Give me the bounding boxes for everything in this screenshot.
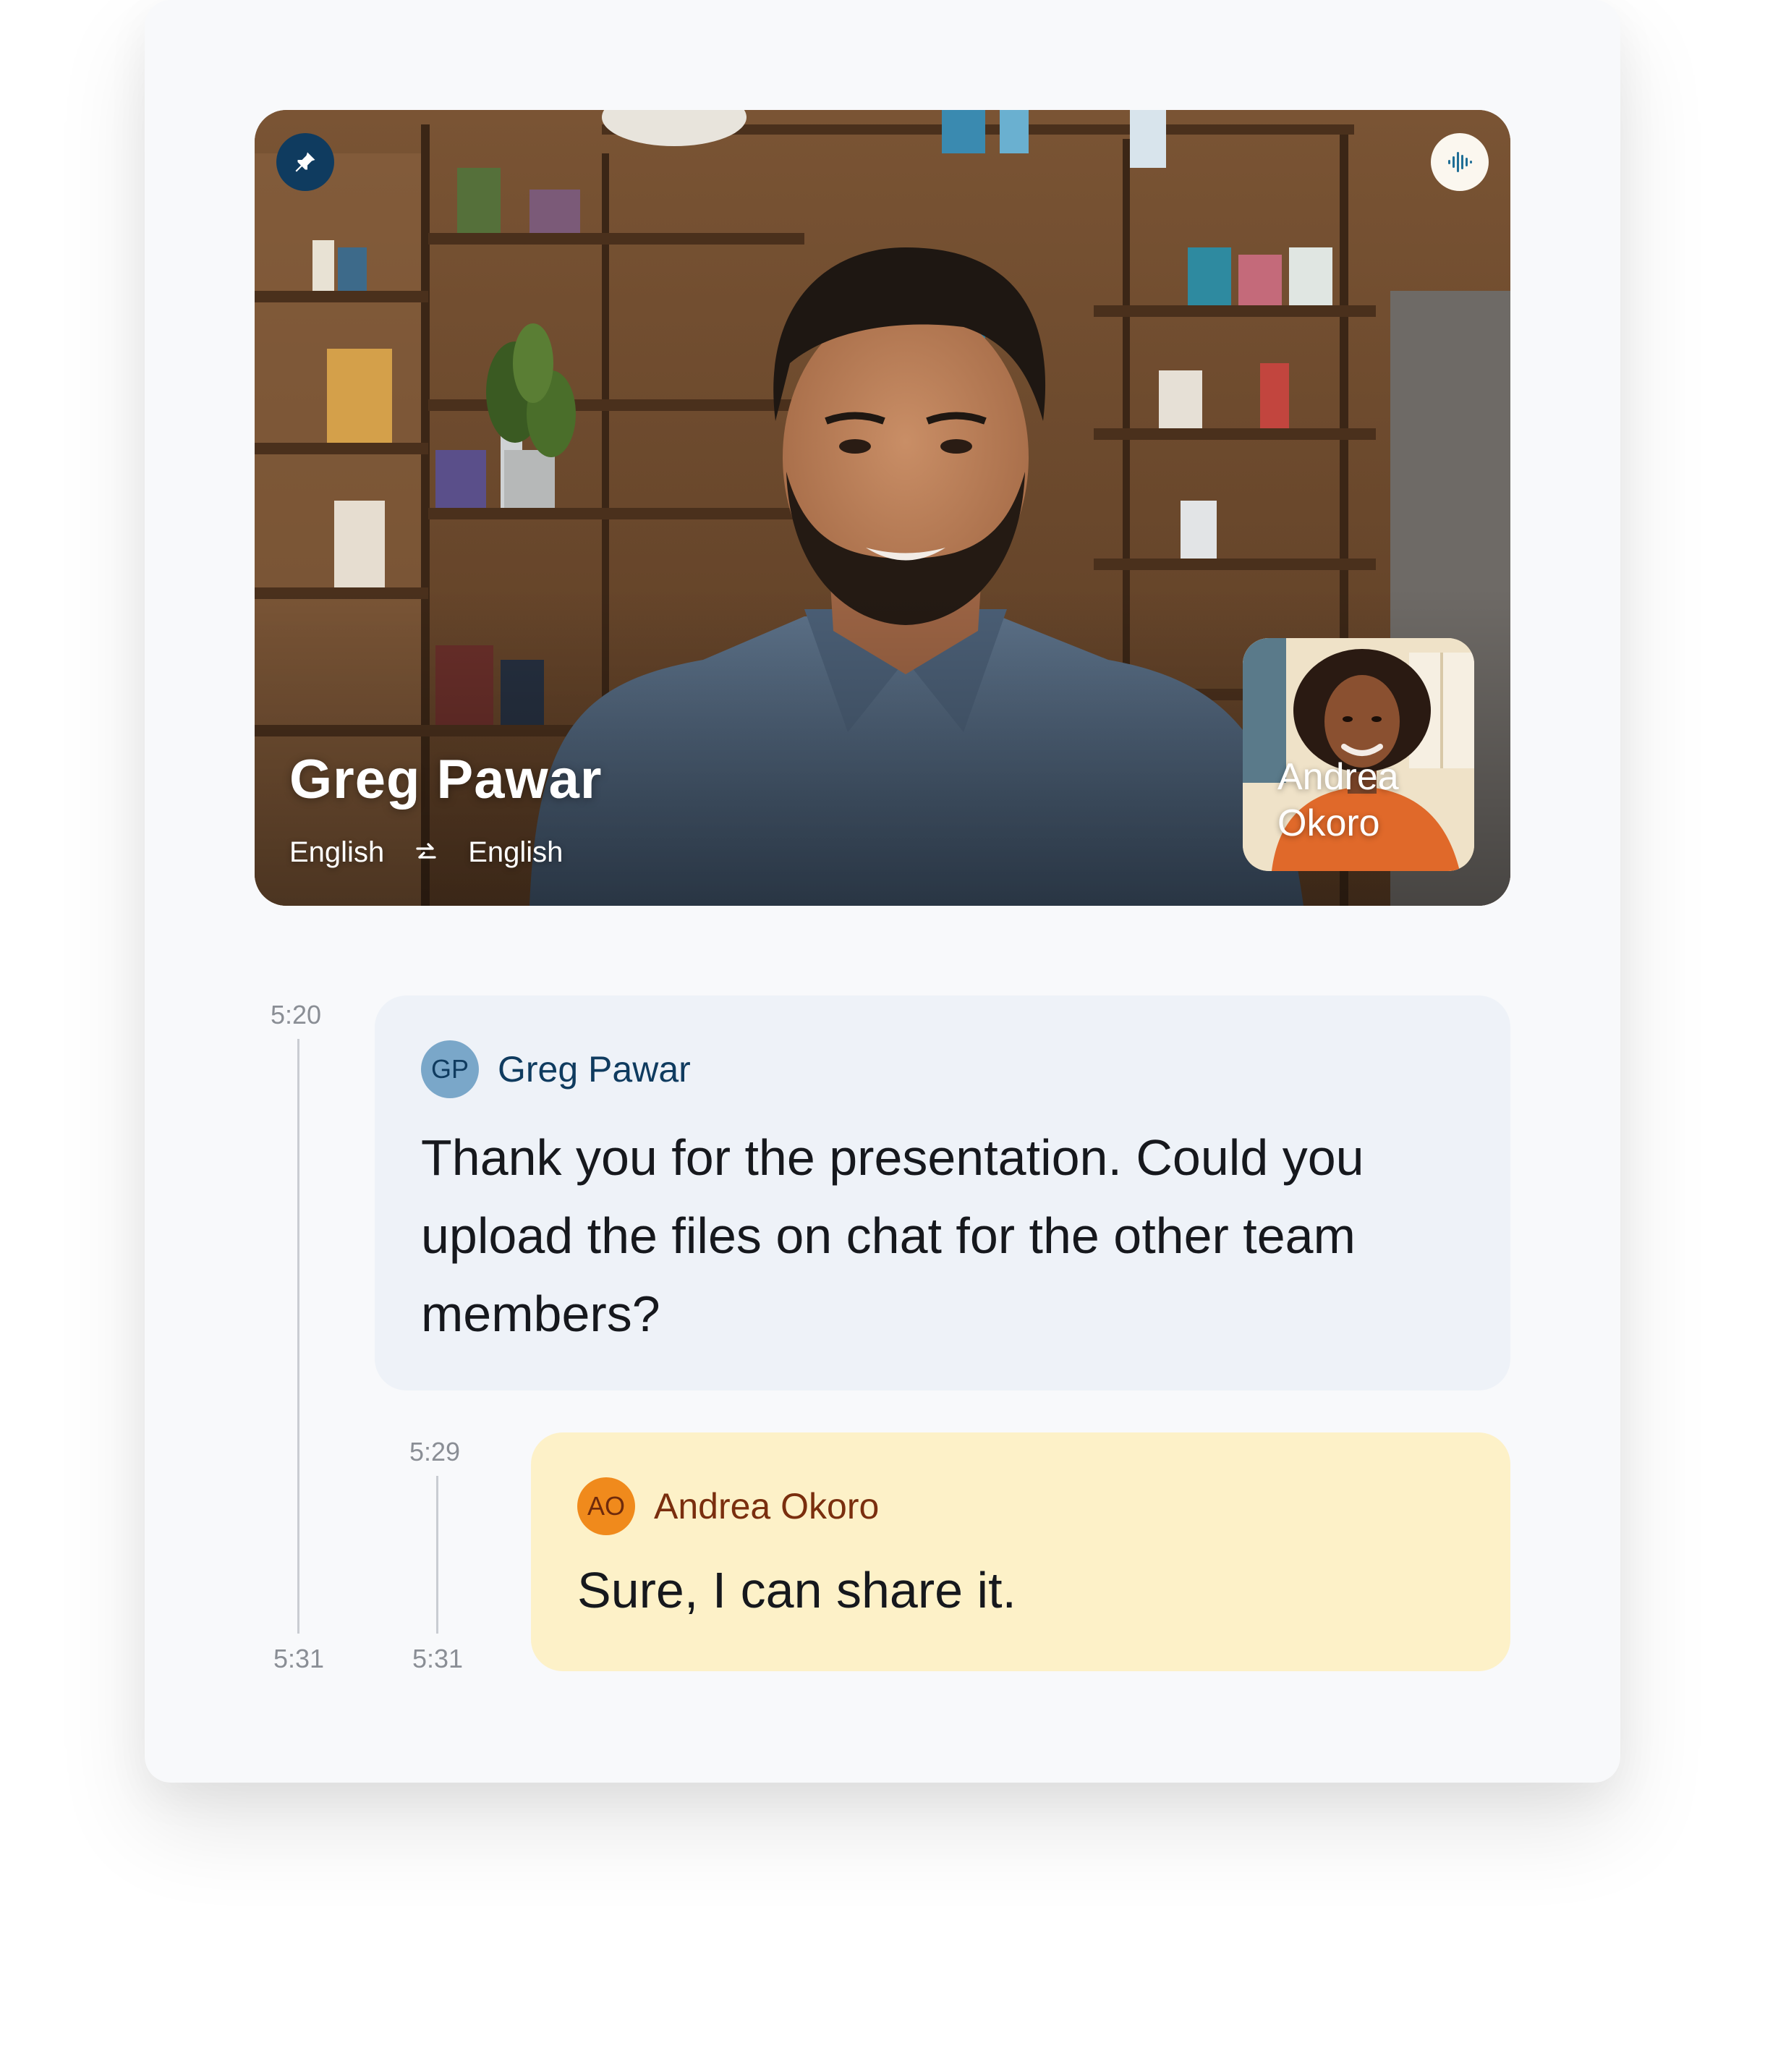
speaker-name: Greg Pawar	[289, 749, 603, 810]
swap-arrows-icon	[413, 840, 439, 866]
pin-icon	[295, 152, 315, 172]
call-card: Greg Pawar English English Andrea Okoro …	[145, 0, 1620, 1783]
timeline-start-time: 5:20	[271, 1000, 322, 1029]
message-bubble-andrea[interactable]: AO Andrea Okoro Sure, I can share it.	[531, 1432, 1510, 1671]
audio-wave-icon	[1448, 152, 1472, 172]
pin-button[interactable]	[276, 133, 334, 191]
reply-start-time: 5:29	[409, 1437, 461, 1466]
source-language: English	[289, 836, 385, 868]
target-language: English	[468, 836, 563, 868]
sender-name: Andrea Okoro	[654, 1486, 880, 1527]
message-text: Sure, I can share it.	[577, 1562, 1016, 1618]
reply-end-time: 5:31	[412, 1644, 464, 1673]
message-bubble-greg[interactable]: GP Greg Pawar Thank you for the presenta…	[375, 995, 1510, 1390]
avatar: AO	[577, 1477, 635, 1535]
main-video-tile[interactable]: Greg Pawar English English Andrea Okoro	[255, 110, 1510, 906]
message-header: AO Andrea Okoro	[577, 1477, 879, 1535]
sender-name: Greg Pawar	[498, 1049, 691, 1090]
audio-indicator-button[interactable]	[1431, 133, 1489, 191]
avatar: GP	[421, 1040, 479, 1098]
timeline-end-time: 5:31	[273, 1644, 325, 1673]
timeline-line	[297, 1039, 299, 1634]
language-pair[interactable]: English English	[289, 836, 563, 869]
message-text: Thank you for the presentation. Could yo…	[421, 1129, 1364, 1342]
message-header: GP Greg Pawar	[421, 1040, 691, 1098]
reply-timeline-line	[436, 1476, 438, 1634]
pip-participant-name: Andrea Okoro	[1277, 756, 1399, 844]
pip-video-tile[interactable]: Andrea Okoro	[1243, 638, 1474, 871]
